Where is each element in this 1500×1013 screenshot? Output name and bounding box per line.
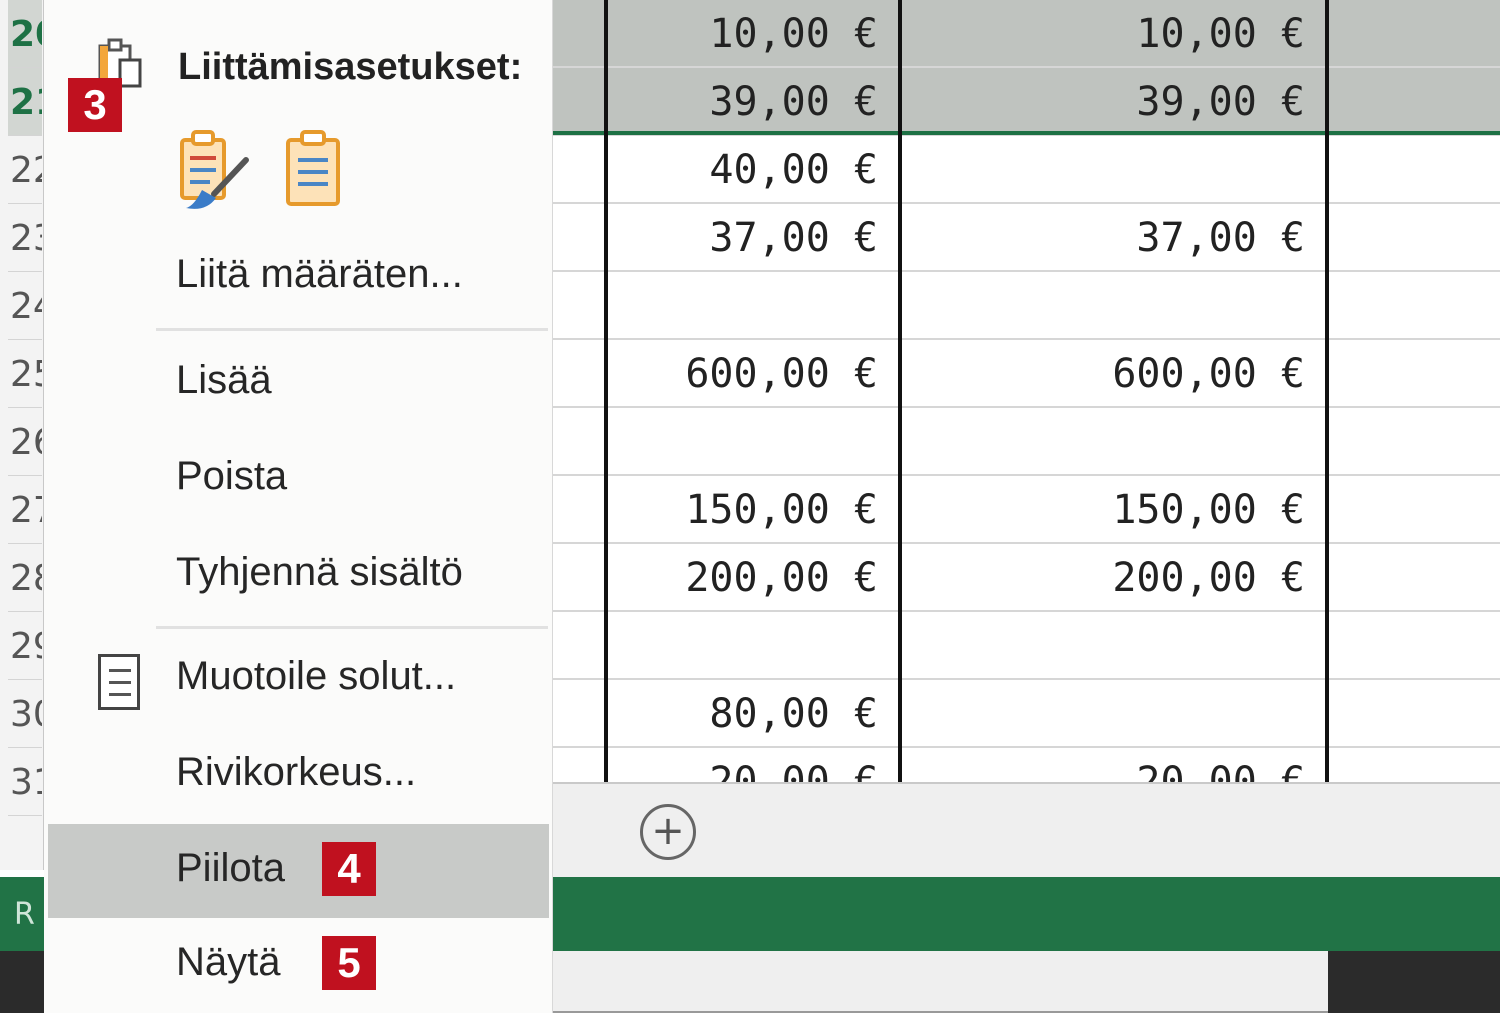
table-row (553, 612, 1500, 680)
menu-item-format-cells[interactable]: Muotoile solut... (48, 632, 549, 726)
column-border (604, 0, 608, 782)
table-cell[interactable]: 20,00 € (606, 748, 900, 782)
table-cell[interactable]: 150,00 € (900, 476, 1327, 544)
row-header[interactable]: 21 (8, 68, 42, 136)
row-number: 27 (10, 490, 42, 531)
table-cell[interactable] (900, 408, 1327, 476)
row-header[interactable]: 30 (8, 680, 42, 748)
horizontal-scrollbar[interactable] (553, 951, 1328, 1013)
row-number: 24 (10, 286, 42, 327)
table-row: 150,00 €150,00 € (553, 476, 1500, 544)
context-menu: Liittämisasetukset: 3 Liitä määräten... … (44, 0, 553, 1013)
row-header[interactable]: 20 (8, 0, 42, 68)
selection-border (553, 131, 1500, 135)
table-cell[interactable] (900, 136, 1327, 204)
table-row: 200,00 €200,00 € (553, 544, 1500, 612)
row-header[interactable]: 29 (8, 612, 42, 680)
row-number: 30 (10, 694, 42, 735)
row-header[interactable]: 25 (8, 340, 42, 408)
row-header[interactable]: 31 (8, 748, 42, 816)
table-cell[interactable]: 39,00 € (900, 68, 1327, 136)
step-badge-5: 5 (322, 936, 376, 990)
table-cell[interactable] (606, 408, 900, 476)
status-text: R (14, 897, 35, 932)
taskbar-corner-left (0, 951, 44, 1013)
row-header[interactable]: 27 (8, 476, 42, 544)
row-header[interactable]: 23 (8, 204, 42, 272)
table-cell[interactable]: 10,00 € (606, 0, 900, 68)
table-row: 80,00 € (553, 680, 1500, 748)
menu-separator (156, 328, 548, 331)
table-cell[interactable] (900, 272, 1327, 340)
taskbar-corner (1328, 951, 1500, 1013)
table-cell[interactable]: 200,00 € (606, 544, 900, 612)
table-row: 20,00 €20,00 € (553, 748, 1500, 782)
menu-item-delete[interactable]: Poista (48, 432, 549, 526)
format-cells-icon (98, 654, 140, 710)
menu-item-label: Liitä määräten... (176, 252, 463, 296)
row-header[interactable]: 22 (8, 136, 42, 204)
menu-separator (156, 626, 548, 629)
add-sheet-button[interactable]: + (640, 804, 696, 860)
column-border (1325, 0, 1329, 782)
menu-item-label: Poista (176, 454, 288, 498)
table-cell[interactable] (606, 272, 900, 340)
menu-item-label: Näytä (176, 940, 281, 984)
cell-grid: 10,00 €10,00 €39,00 €39,00 €40,00 €37,00… (553, 0, 1500, 782)
row-number: 22 (10, 150, 42, 191)
menu-item-label: Rivikorkeus... (176, 750, 417, 794)
table-row: 40,00 € (553, 136, 1500, 204)
table-cell[interactable]: 10,00 € (900, 0, 1327, 68)
row-number: 31 (10, 762, 42, 803)
row-number: 28 (10, 558, 42, 599)
menu-item-label: Tyhjennä sisältö (176, 550, 463, 594)
table-row (553, 408, 1500, 476)
table-cell[interactable]: 80,00 € (606, 680, 900, 748)
step-badge-4: 4 (322, 842, 376, 896)
paste-options-title: Liittämisasetukset: (178, 46, 523, 88)
menu-item-unhide[interactable]: Näytä 5 (48, 918, 549, 1012)
table-cell[interactable] (606, 612, 900, 680)
paste-icon[interactable] (278, 128, 352, 212)
row-number: 26 (10, 422, 42, 463)
step-badge-3: 3 (68, 78, 122, 132)
table-cell[interactable]: 20,00 € (900, 748, 1327, 782)
table-cell[interactable]: 39,00 € (606, 68, 900, 136)
row-number: 29 (10, 626, 42, 667)
row-number: 21 (10, 82, 42, 123)
table-cell[interactable]: 200,00 € (900, 544, 1327, 612)
menu-item-hide[interactable]: Piilota 4 (48, 824, 549, 918)
table-cell[interactable] (900, 612, 1327, 680)
menu-item-row-height[interactable]: Rivikorkeus... (48, 728, 549, 822)
menu-item-paste-special[interactable]: Liitä määräten... (48, 230, 549, 324)
row-header[interactable]: 28 (8, 544, 42, 612)
table-cell[interactable]: 150,00 € (606, 476, 900, 544)
table-row: 37,00 €37,00 € (553, 204, 1500, 272)
menu-item-insert[interactable]: Lisää (48, 336, 549, 430)
sheet-tab-bar: + (553, 782, 1500, 877)
row-number: 25 (10, 354, 42, 395)
menu-item-label: Piilota (176, 846, 285, 890)
row-header[interactable]: 26 (8, 408, 42, 476)
menu-item-label: Lisää (176, 358, 272, 402)
table-cell[interactable]: 37,00 € (606, 204, 900, 272)
paste-formatting-icon[interactable] (176, 128, 250, 212)
table-cell[interactable] (900, 680, 1327, 748)
row-header[interactable]: 24 (8, 272, 42, 340)
column-border (898, 0, 902, 782)
menu-item-label: Muotoile solut... (176, 654, 457, 698)
table-row: 10,00 €10,00 € (553, 0, 1500, 68)
table-cell[interactable]: 40,00 € (606, 136, 900, 204)
table-row: 600,00 €600,00 € (553, 340, 1500, 408)
table-row: 39,00 €39,00 € (553, 68, 1500, 136)
row-number: 20 (10, 14, 42, 55)
row-number: 23 (10, 218, 42, 259)
menu-item-clear-contents[interactable]: Tyhjennä sisältö (48, 528, 549, 622)
table-cell[interactable]: 600,00 € (606, 340, 900, 408)
table-cell[interactable]: 37,00 € (900, 204, 1327, 272)
table-row (553, 272, 1500, 340)
table-cell[interactable]: 600,00 € (900, 340, 1327, 408)
